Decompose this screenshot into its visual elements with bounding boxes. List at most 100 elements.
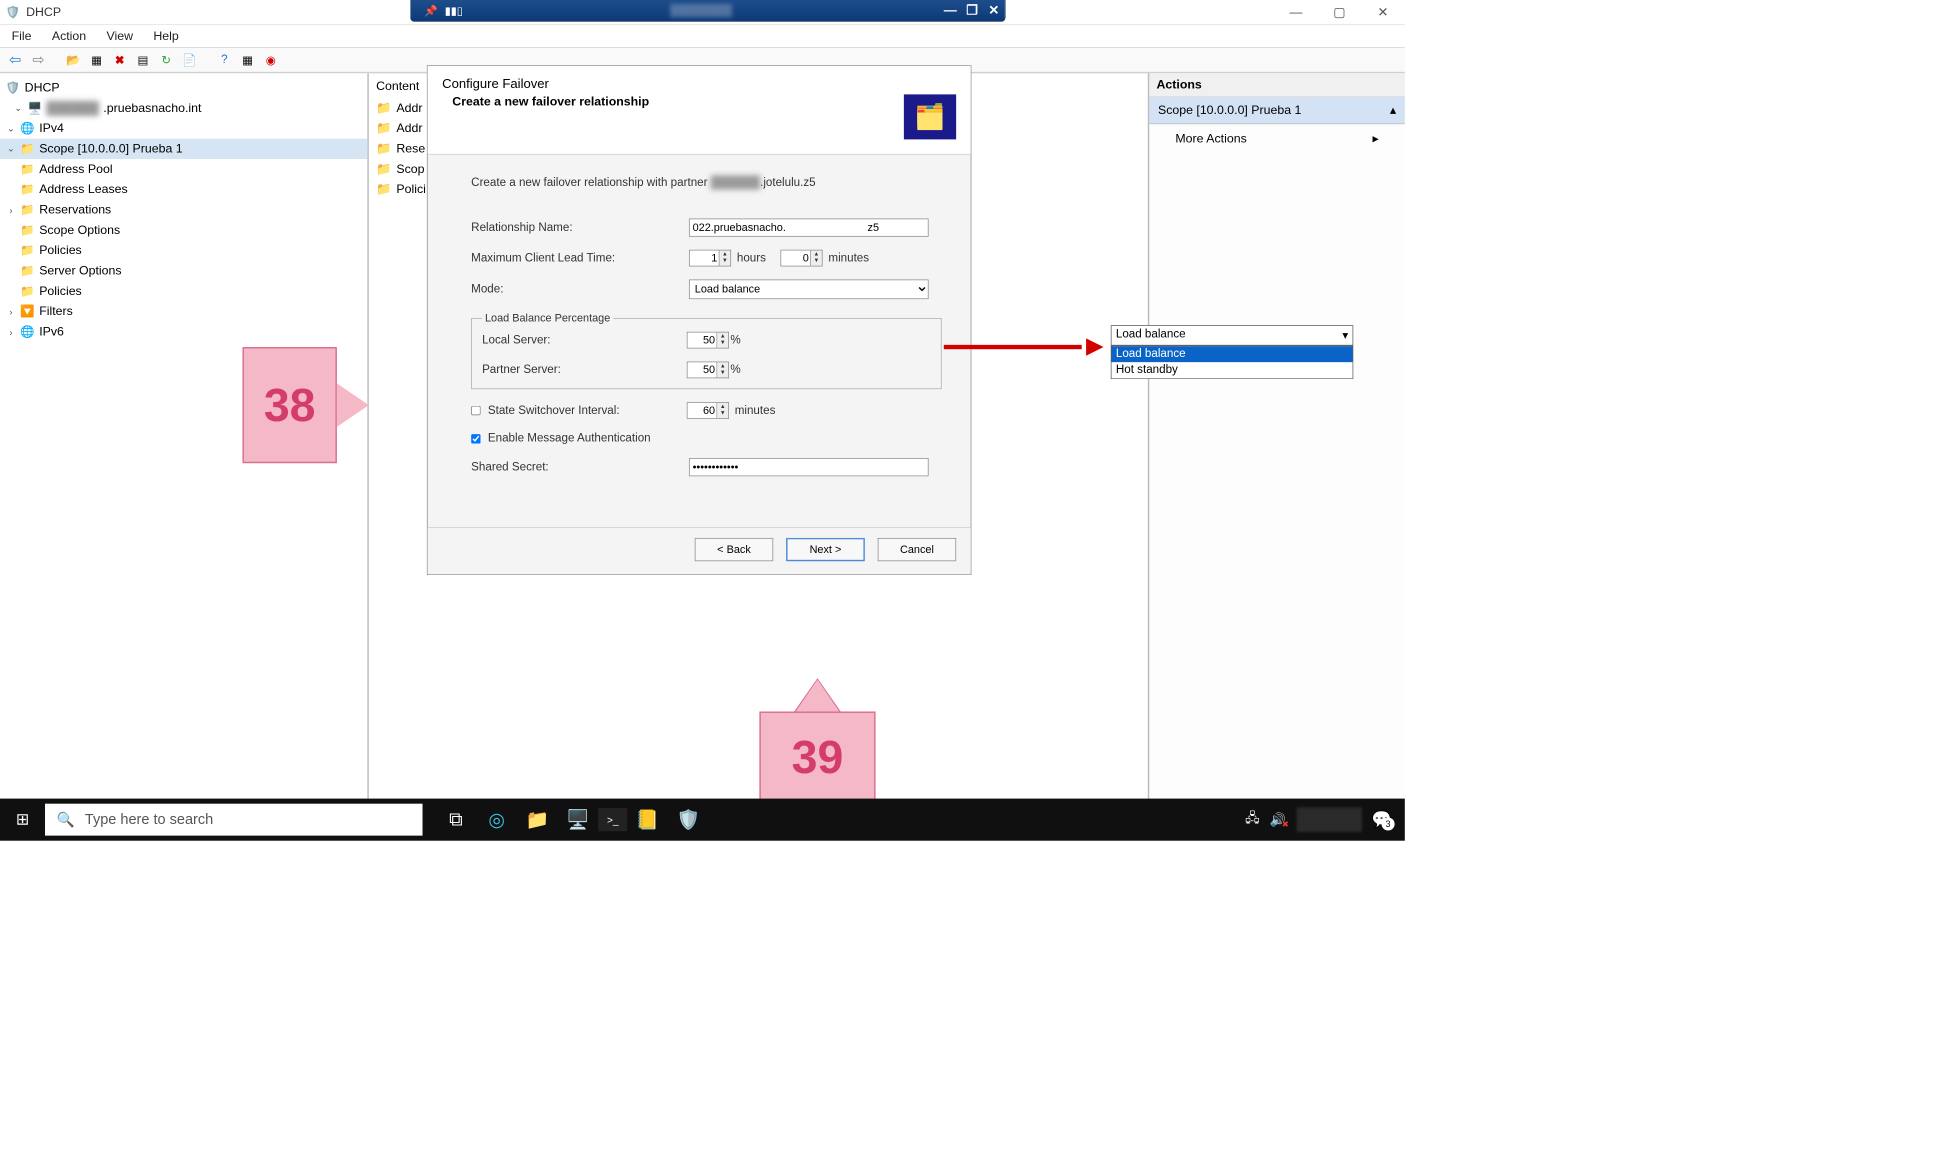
- local-server-label: Local Server:: [482, 334, 687, 347]
- back-button[interactable]: < Back: [695, 538, 773, 561]
- remote-close[interactable]: ✕: [983, 3, 1005, 18]
- failover-icon: 🗂️: [904, 94, 956, 139]
- remote-restore[interactable]: ❐: [961, 3, 983, 18]
- remote-host-blur: ████████: [463, 4, 940, 16]
- tree-ipv4-policies[interactable]: 📁Policies: [0, 281, 367, 301]
- system-tray: 🖧 🔊✖ 💬3: [1245, 807, 1405, 832]
- folder-icon: 📁: [20, 264, 35, 279]
- tray-volume-icon[interactable]: 🔊✖: [1270, 812, 1286, 827]
- grid-icon[interactable]: ▦: [87, 50, 106, 69]
- props-icon[interactable]: ▤: [134, 50, 153, 69]
- actions-scope[interactable]: Scope [10.0.0.0] Prueba 1▴: [1149, 97, 1405, 124]
- pin-icon[interactable]: 📌: [424, 4, 438, 17]
- actions-more[interactable]: More Actions▸: [1149, 124, 1405, 153]
- menu-file[interactable]: File: [12, 29, 32, 44]
- ssi-checkbox[interactable]: [471, 406, 480, 415]
- cancel-button[interactable]: Cancel: [878, 538, 956, 561]
- submenu-icon: ▸: [1372, 131, 1378, 146]
- search-icon: 🔍: [57, 811, 75, 829]
- app-icon[interactable]: ▦: [238, 50, 257, 69]
- mode-select[interactable]: Load balance: [689, 280, 929, 300]
- remote-session-bar[interactable]: 📌 ▮▮▯ ████████ — ❐ ✕: [410, 0, 1005, 22]
- tree-scope[interactable]: ⌄📁Scope [10.0.0.0] Prueba 1: [0, 139, 367, 159]
- forward-icon[interactable]: ⇨: [29, 50, 48, 69]
- tree-ipv4[interactable]: ⌄🌐IPv4: [0, 118, 367, 138]
- menubar: File Action View Help: [0, 25, 1405, 48]
- start-button[interactable]: ⊞: [0, 810, 45, 829]
- maximize-button[interactable]: ▢: [1318, 0, 1362, 25]
- record-icon[interactable]: ◉: [261, 50, 280, 69]
- tree-filters[interactable]: ›🔽Filters: [0, 301, 367, 321]
- collapse-icon[interactable]: ⌄: [6, 123, 16, 135]
- server-manager-icon[interactable]: 🖥️: [558, 808, 599, 831]
- tray-clock-blur[interactable]: [1296, 807, 1361, 832]
- hours-spinner[interactable]: ▲▼: [689, 250, 733, 267]
- folder-icon: 📁: [20, 182, 35, 197]
- window-title: DHCP: [26, 5, 61, 20]
- up-icon[interactable]: 📂: [64, 50, 83, 69]
- remote-minimize[interactable]: —: [939, 3, 961, 18]
- callout-39: 39: [759, 711, 875, 802]
- dropdown-selected[interactable]: Load balance▾: [1111, 325, 1353, 345]
- minutes-spinner[interactable]: ▲▼: [780, 250, 824, 267]
- edge-icon[interactable]: ◎: [476, 808, 517, 831]
- dhcp-icon: 🛡️: [6, 5, 20, 20]
- expand-icon[interactable]: ›: [6, 306, 16, 317]
- callout-39-arrow: [796, 680, 840, 712]
- collapse-icon[interactable]: ⌄: [6, 143, 16, 155]
- search-placeholder: Type here to search: [85, 811, 213, 828]
- dropdown-option-load-balance[interactable]: Load balance: [1112, 346, 1353, 362]
- tree-server-options[interactable]: 📁Server Options: [0, 261, 367, 281]
- load-balance-fieldset: Load Balance Percentage Local Server: ▲▼…: [471, 312, 941, 389]
- help-icon[interactable]: ?: [215, 50, 234, 69]
- dialog-title: Configure Failover: [428, 66, 971, 94]
- secret-input[interactable]: [689, 458, 929, 476]
- export-icon[interactable]: 📄: [180, 50, 199, 69]
- app-icon[interactable]: 📒: [627, 808, 668, 831]
- local-spinner[interactable]: ▲▼: [687, 332, 731, 349]
- dialog-subtitle: Create a new failover relationship: [452, 94, 649, 109]
- secret-label: Shared Secret:: [471, 461, 689, 474]
- expand-icon[interactable]: ›: [6, 326, 16, 337]
- partner-spinner[interactable]: ▲▼: [687, 362, 731, 379]
- tray-network-icon[interactable]: 🖧: [1245, 809, 1260, 831]
- menu-help[interactable]: Help: [153, 29, 178, 44]
- folder-icon: 📁: [20, 142, 35, 157]
- tree-ipv6[interactable]: ›🌐IPv6: [0, 322, 367, 342]
- ssi-spinner[interactable]: ▲▼: [687, 402, 731, 419]
- tree-reservations[interactable]: ›📁Reservations: [0, 200, 367, 220]
- tree-root[interactable]: 🛡️DHCP: [0, 78, 367, 98]
- mode-label: Mode:: [471, 283, 689, 296]
- delete-icon[interactable]: ✖: [110, 50, 129, 69]
- taskbar: ⊞ 🔍 Type here to search ⧉ ◎ 📁 🖥️ >_ 📒 🛡️…: [0, 799, 1405, 841]
- chevron-down-icon: ▾: [1342, 328, 1348, 343]
- folder-icon: 📁: [376, 162, 392, 177]
- minimize-button[interactable]: —: [1274, 0, 1318, 25]
- terminal-icon[interactable]: >_: [598, 808, 627, 831]
- dhcp-taskbar-icon[interactable]: 🛡️: [668, 808, 709, 831]
- tree-address-pool[interactable]: 📁Address Pool: [0, 159, 367, 179]
- menu-view[interactable]: View: [106, 29, 133, 44]
- expand-icon[interactable]: ›: [6, 204, 16, 215]
- relationship-name-input[interactable]: [689, 219, 929, 237]
- ema-checkbox[interactable]: [471, 434, 480, 443]
- menu-action[interactable]: Action: [52, 29, 86, 44]
- tree-policies[interactable]: 📁Policies: [0, 240, 367, 260]
- collapse-icon[interactable]: ⌄: [13, 102, 23, 114]
- close-button[interactable]: ✕: [1361, 0, 1405, 25]
- next-button[interactable]: Next >: [786, 538, 864, 561]
- refresh-icon[interactable]: ↻: [157, 50, 176, 69]
- signal-icon: ▮▮▯: [445, 4, 463, 17]
- mode-dropdown-overlay: Load balance▾ Load balance Hot standby: [1111, 325, 1353, 379]
- tree-address-leases[interactable]: 📁Address Leases: [0, 179, 367, 199]
- task-view-icon[interactable]: ⧉: [436, 808, 477, 831]
- taskbar-search[interactable]: 🔍 Type here to search: [45, 804, 423, 836]
- back-icon[interactable]: ⇦: [6, 50, 25, 69]
- dropdown-option-hot-standby[interactable]: Hot standby: [1112, 362, 1353, 378]
- folder-icon: 📁: [376, 182, 392, 197]
- explorer-icon[interactable]: 📁: [517, 808, 558, 831]
- notifications-icon[interactable]: 💬3: [1372, 810, 1392, 829]
- collapse-icon[interactable]: ▴: [1390, 103, 1396, 118]
- tree-server[interactable]: ⌄🖥️██████.pruebasnacho.int: [0, 98, 367, 118]
- tree-scope-options[interactable]: 📁Scope Options: [0, 220, 367, 240]
